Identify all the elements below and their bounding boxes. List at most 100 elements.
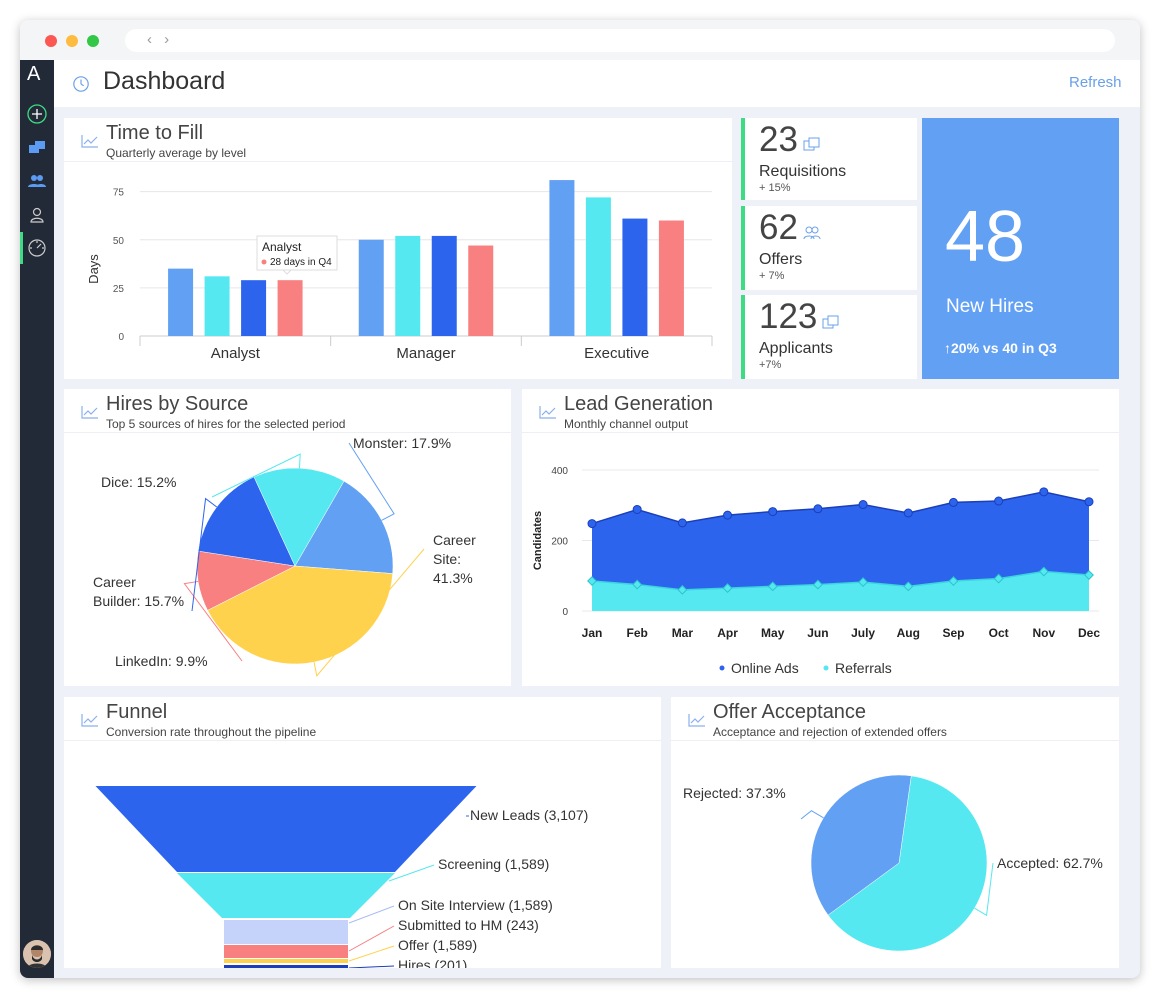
kpi-card-offers[interactable]: 62 Offers + 7% (741, 206, 917, 290)
pie-label: Site: (433, 551, 461, 567)
maximize-window-button[interactable] (87, 35, 99, 47)
kpi-accent-bar (741, 295, 745, 379)
kpi-delta: + 7% (759, 270, 784, 282)
funnel-stage (224, 920, 348, 944)
pie-label: 41.3% (433, 570, 473, 586)
hires-by-source-card: Hires by Source Top 5 sources of hires f… (64, 389, 511, 686)
chart-tooltip: Analyst 28 days in Q4 (257, 236, 337, 274)
page-header: Dashboard Refresh (54, 60, 1140, 107)
line-chart-icon (81, 134, 99, 148)
y-tick-label: 200 (551, 537, 568, 548)
x-tick-label: July (851, 626, 875, 640)
funnel-stage-label: New Leads (3,107) (470, 807, 588, 823)
time-to-fill-card: Time to Fill Quarterly average by level … (64, 118, 732, 379)
browser-titlebar: ‹ › (20, 20, 1140, 60)
y-tick-label: 50 (113, 236, 125, 247)
address-bar[interactable]: ‹ › (125, 29, 1115, 52)
funnel-stage-label: On Site Interview (1,589) (398, 897, 553, 913)
bar (205, 276, 230, 336)
funnel-chart: New Leads (3,107)Screening (1,589)On Sit… (64, 697, 661, 968)
x-tick-label: Nov (1032, 626, 1055, 640)
x-tick-label: May (761, 626, 785, 640)
bar (659, 221, 684, 337)
x-tick-label: Oct (989, 626, 1009, 640)
legend-label: Online Ads (731, 660, 799, 676)
funnel-stage (177, 873, 395, 918)
x-tick-label: Sep (942, 626, 964, 640)
x-tick-label: Manager (396, 345, 455, 362)
refresh-button[interactable]: Refresh (1069, 74, 1122, 91)
dashboard-gauge-icon (72, 75, 90, 93)
bar (278, 280, 303, 336)
time-to-fill-chart: 0255075AnalystManagerExecutiveDays Analy… (64, 162, 732, 379)
close-window-button[interactable] (45, 35, 57, 47)
bar (468, 246, 493, 336)
lead-generation-card: Lead Generation Monthly channel output 0… (522, 389, 1119, 686)
data-point (1085, 498, 1093, 506)
pie-label: Accepted: 62.7% (997, 855, 1103, 871)
pie-label: Builder: 15.7% (93, 593, 184, 609)
funnel-card: Funnel Conversion rate throughout the pi… (64, 697, 661, 968)
card-subtitle: Quarterly average by level (106, 146, 246, 160)
dashboard-gauge-icon[interactable] (27, 238, 47, 258)
y-axis-label: Days (86, 254, 101, 284)
pie-label: LinkedIn: 9.9% (115, 653, 208, 669)
back-forward-icon[interactable]: ‹ › (147, 31, 173, 48)
people-icon[interactable] (27, 171, 47, 191)
new-hires-label: New Hires (946, 296, 1034, 318)
data-point (904, 509, 912, 517)
y-axis-label: Candidates (532, 511, 544, 570)
new-hires-card[interactable]: 48 New Hires ↑20% vs 40 in Q3 (922, 118, 1119, 379)
bar (586, 197, 611, 336)
x-tick-label: Mar (672, 626, 694, 640)
folders-icon (803, 136, 821, 152)
pie-label: Career (433, 532, 476, 548)
people-icon (803, 225, 821, 241)
tooltip-title: Analyst (262, 240, 302, 254)
funnel-leader-line (349, 926, 394, 951)
kpi-label: Offers (759, 251, 802, 269)
person-icon[interactable] (27, 205, 47, 225)
user-avatar[interactable] (23, 940, 51, 968)
tooltip-marker (262, 260, 267, 265)
funnel-stage-label: Submitted to HM (243) (398, 917, 539, 933)
folders-icon[interactable] (27, 138, 47, 158)
kpi-label: Applicants (759, 340, 833, 358)
kpi-value: 123 (759, 297, 817, 337)
kpi-card-applicants[interactable]: 123 Applicants +7% (741, 295, 917, 379)
kpi-label: Requisitions (759, 163, 846, 181)
data-point (949, 498, 957, 506)
plus-circle-icon[interactable] (27, 104, 47, 124)
folders-icon (822, 314, 840, 330)
new-hires-comparison: ↑20% vs 40 in Q3 (944, 340, 1057, 356)
hires-by-source-chart: Monster: 17.9% Career Site: 41.3% LinkedIn: … (64, 389, 511, 686)
lead-generation-chart: 0200400CandidatesJanFebMarAprMayJunJulyA… (522, 389, 1119, 686)
kpi-value: 23 (759, 120, 798, 160)
funnel-stage-label: Offer (1,589) (398, 937, 477, 953)
data-point (1040, 488, 1048, 496)
data-point (633, 505, 641, 513)
kpi-delta: + 15% (759, 182, 791, 194)
bar (395, 236, 420, 336)
active-nav-indicator (20, 232, 23, 264)
bar (622, 219, 647, 336)
data-point (724, 511, 732, 519)
x-tick-label: Apr (717, 626, 738, 640)
funnel-stage (96, 786, 477, 872)
app-logo[interactable]: A (27, 63, 40, 86)
funnel-stage (224, 959, 348, 963)
offer-acceptance-chart: Accepted: 62.7%Rejected: 37.3% (671, 697, 1119, 968)
page-title: Dashboard (103, 67, 225, 96)
funnel-stage-label: Hires (201) (398, 957, 467, 968)
minimize-window-button[interactable] (66, 35, 78, 47)
y-tick-label: 25 (113, 284, 125, 295)
pie-label: Monster: 17.9% (353, 435, 451, 451)
legend-label: Referrals (835, 660, 892, 676)
new-hires-value: 48 (945, 196, 1025, 278)
y-tick-label: 75 (113, 188, 125, 199)
x-tick-label: Analyst (211, 345, 261, 362)
data-point (859, 501, 867, 509)
y-tick-label: 400 (551, 466, 568, 477)
kpi-card-requisitions[interactable]: 23 Requisitions + 15% (741, 118, 917, 200)
bar (359, 240, 384, 336)
